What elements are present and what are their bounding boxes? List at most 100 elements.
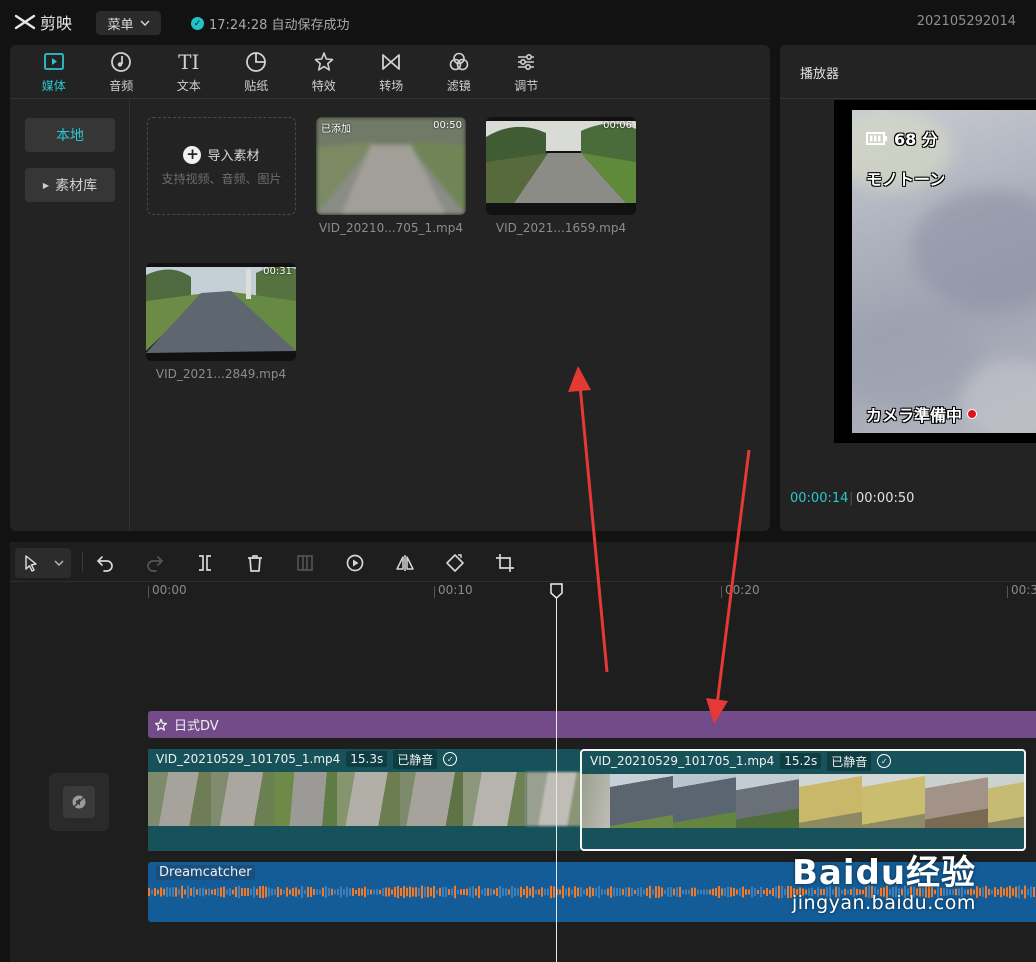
waveform-bar	[757, 889, 759, 895]
waveform-bar	[649, 885, 651, 899]
mute-track-button[interactable]	[49, 773, 109, 831]
waveform-bar	[328, 887, 330, 897]
tab-text[interactable]: TI 文本	[155, 45, 223, 99]
chevron-right-icon: ▶	[42, 180, 50, 190]
media-item[interactable]: 00:06 VID_2021...1659.mp4	[486, 117, 636, 235]
waveform-bar	[388, 887, 390, 897]
waveform-bar	[1006, 887, 1008, 897]
delete-button[interactable]	[242, 550, 268, 576]
tab-media[interactable]: 媒体	[20, 45, 88, 99]
sidebar-item-local[interactable]: 本地	[25, 118, 115, 152]
autosave-text: 17:24:28 自动保存成功	[209, 18, 350, 33]
tab-transition[interactable]: 转场	[358, 45, 426, 99]
waveform-bar	[688, 889, 690, 895]
waveform-bar	[565, 888, 567, 896]
waveform-bar	[373, 889, 375, 895]
tab-adjust[interactable]: 调节	[493, 45, 561, 99]
playhead-handle-icon[interactable]	[550, 583, 563, 599]
waveform-bar	[178, 889, 180, 895]
select-tool-button[interactable]	[15, 548, 71, 578]
waveform-bar	[274, 889, 276, 895]
waveform-bar	[463, 888, 465, 896]
menu-button[interactable]: 菜单	[96, 11, 161, 35]
battery-icon	[866, 131, 887, 145]
clip-muted-badge: 已静音	[393, 749, 438, 769]
waveform-bar	[721, 888, 723, 896]
waveform-bar	[682, 889, 684, 895]
added-badge: 已添加	[321, 124, 351, 135]
waveform-bar	[448, 889, 450, 895]
media-name: VID_20210...705_1.mp4	[319, 221, 463, 235]
camera-status-text: カメラ準備中	[866, 406, 963, 425]
waveform-bar	[475, 888, 477, 896]
waveform-bar	[304, 889, 306, 895]
waveform-bar	[424, 887, 426, 897]
time-separator: |	[849, 491, 854, 506]
waveform-bar	[358, 887, 360, 897]
redo-button[interactable]	[142, 550, 168, 576]
tab-filter[interactable]: 滤镜	[425, 45, 493, 99]
waveform-bar	[595, 888, 597, 896]
waveform-bar	[160, 887, 162, 897]
app-name: 剪映	[40, 14, 73, 33]
rotate-button[interactable]	[442, 550, 468, 576]
tab-audio[interactable]: 音频	[88, 45, 156, 99]
waveform-bar	[307, 886, 309, 898]
clip-header: VID_20210529_101705_1.mp4 15.2s 已静音 ✓	[582, 751, 892, 771]
waveform-bar	[706, 889, 708, 895]
waveform-bar	[379, 889, 381, 895]
waveform-bar	[346, 887, 348, 897]
waveform-bar	[385, 887, 387, 897]
effects-icon	[313, 51, 335, 73]
waveform-bar	[535, 889, 537, 895]
effect-track[interactable]: 日式DV	[148, 711, 1036, 738]
waveform-bar	[1000, 886, 1002, 898]
playhead[interactable]	[556, 590, 557, 962]
film-frame	[862, 774, 925, 828]
media-item[interactable]: 已添加 00:50 VID_20210...705_1.mp4	[316, 117, 466, 235]
effects-icon	[154, 718, 168, 731]
sidebar-item-library[interactable]: ▶ 素材库	[25, 168, 115, 202]
time-ruler[interactable]: 00:00 00:10 00:20 00:3	[148, 582, 1036, 604]
undo-button[interactable]	[92, 550, 118, 576]
waveform-bar	[550, 885, 552, 899]
waveform-bar	[742, 886, 744, 898]
crop-button[interactable]	[492, 550, 518, 576]
waveform-bar	[172, 886, 174, 898]
reverse-button[interactable]	[342, 550, 368, 576]
waveform-bar	[478, 885, 480, 899]
tab-label: 特效	[311, 78, 336, 93]
video-clip[interactable]: VID_20210529_101705_1.mp4 15.3s 已静音 ✓	[148, 749, 580, 851]
waveform-bar	[775, 886, 777, 898]
waveform-bar	[430, 887, 432, 897]
clip-duration: 15.2s	[780, 753, 822, 769]
media-sidebar: 本地 ▶ 素材库	[10, 99, 130, 531]
waveform-bar	[457, 889, 459, 895]
waveform-bar	[451, 888, 453, 896]
waveform-bar	[439, 887, 441, 897]
waveform-bar	[316, 889, 318, 895]
waveform-bar	[391, 889, 393, 895]
film-frame	[526, 772, 580, 826]
media-duration: 00:06	[603, 120, 632, 131]
video-preview[interactable]: 68 分 モノトーン カメラ準備中	[834, 100, 1036, 443]
media-item[interactable]: 00:31 VID_2021...2849.mp4	[146, 263, 296, 381]
waveform-bar	[619, 887, 621, 897]
waveform-bar	[709, 889, 711, 895]
chevron-down-icon	[54, 560, 63, 566]
video-clip-selected[interactable]: VID_20210529_101705_1.mp4 15.2s 已静音 ✓	[580, 749, 1026, 851]
waveform-bar	[982, 887, 984, 897]
tab-effects[interactable]: 特效	[290, 45, 358, 99]
waveform-bar	[166, 887, 168, 897]
waveform-bar	[652, 889, 654, 895]
import-media-button[interactable]: + 导入素材 支持视频、音频、图片	[147, 117, 296, 215]
film-frame	[610, 774, 673, 828]
waveform-bar	[256, 888, 258, 896]
waveform-bar	[694, 887, 696, 897]
tab-sticker[interactable]: 贴纸	[223, 45, 291, 99]
freeze-frame-button[interactable]	[292, 550, 318, 576]
mirror-button[interactable]	[392, 550, 418, 576]
split-button[interactable]	[192, 550, 218, 576]
waveform-bar	[205, 889, 207, 895]
waveform-bar	[298, 889, 300, 895]
